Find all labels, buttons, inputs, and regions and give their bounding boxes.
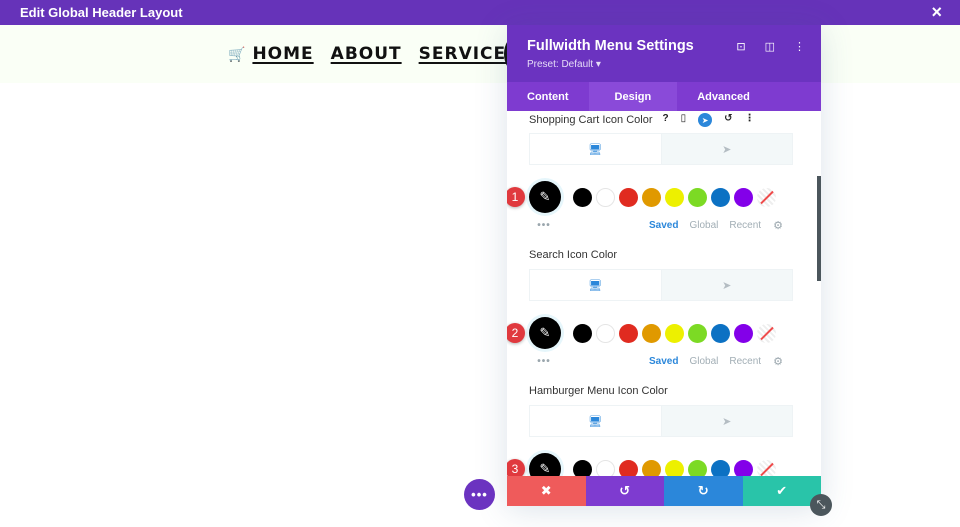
split-view-icon[interactable]: ◫ [765, 40, 775, 53]
cursor-icon: ➤ [722, 415, 732, 428]
color-swatch[interactable] [688, 323, 707, 343]
hover-tab[interactable]: ➤ [661, 134, 792, 164]
settings-panel: Fullwidth Menu Settings Preset: Default … [507, 25, 821, 506]
shopping-cart-color-label-row: Shopping Cart Icon Color ? ▯ ➤ ↺ ⋮ [529, 111, 821, 129]
panel-tabs: Content Design Advanced [507, 82, 821, 111]
palette-tab-recent[interactable]: Recent [729, 220, 761, 231]
color-swatch-row: 1 ✎ [507, 181, 821, 213]
more-swatches-icon[interactable]: ••• [529, 356, 559, 367]
swatch-transparent[interactable] [757, 323, 776, 343]
palette-row: ••• Saved Global Recent ⚙ [529, 217, 821, 233]
save-button[interactable]: ✔ [742, 476, 821, 506]
top-bar: Edit Global Header Layout × [0, 0, 960, 25]
panel-action-bar: ✖ ↺ ↻ ✔ [507, 476, 821, 506]
main-nav: 🛒 HOME ABOUT SERVICES ⌄ [228, 44, 531, 64]
hover-tab[interactable]: ➤ [661, 406, 792, 436]
device-tabs: 🖥 ➤ [529, 133, 793, 165]
color-swatch[interactable] [688, 187, 707, 207]
preset-dropdown[interactable]: Preset: Default ▾ [527, 59, 821, 70]
resize-icon[interactable]: ⤡ [810, 494, 832, 516]
palette-tab-saved[interactable]: Saved [649, 220, 678, 231]
tab-advanced[interactable]: Advanced [677, 82, 770, 111]
swatches [573, 187, 776, 207]
color-swatch[interactable] [619, 187, 638, 207]
reset-icon[interactable]: ↺ [724, 113, 732, 127]
nav-home[interactable]: HOME [252, 44, 313, 64]
section-label: Hamburger Menu Icon Color [529, 385, 668, 397]
focus-icon[interactable]: ⊡ [736, 40, 745, 53]
section-label: Search Icon Color [529, 249, 618, 261]
cursor-icon: ➤ [722, 143, 732, 156]
more-swatches-icon[interactable]: ••• [529, 220, 559, 231]
cancel-button[interactable]: ✖ [507, 476, 586, 506]
device-tabs: 🖥 ➤ [529, 405, 793, 437]
panel-content: Shopping Cart Icon Color ? ▯ ➤ ↺ ⋮ 🖥 ➤ 1… [507, 111, 821, 485]
color-swatch[interactable] [642, 187, 661, 207]
color-swatch[interactable] [596, 187, 615, 207]
tab-design[interactable]: Design [588, 82, 678, 111]
tab-content[interactable]: Content [507, 82, 589, 111]
hover-icon[interactable]: ➤ [698, 113, 713, 127]
color-swatch[interactable] [734, 187, 753, 207]
gear-icon[interactable]: ⚙ [773, 219, 783, 232]
eyedropper-icon: ✎ [539, 189, 551, 204]
color-swatch[interactable] [596, 323, 615, 343]
close-icon[interactable]: × [931, 3, 942, 21]
palette-row: ••• Saved Global Recent ⚙ [529, 353, 821, 369]
eyedropper-icon: ✎ [539, 461, 551, 476]
palette-tab-global[interactable]: Global [689, 220, 718, 231]
shopping-cart-icon[interactable]: 🛒 [228, 46, 245, 63]
builder-menu-button[interactable]: ••• [464, 479, 495, 510]
palette-tab-saved[interactable]: Saved [649, 356, 678, 367]
swatches [573, 323, 776, 343]
field-more-icon[interactable]: ⋮ [745, 113, 755, 127]
hover-tab[interactable]: ➤ [661, 270, 792, 300]
color-swatch[interactable] [573, 187, 592, 207]
step-badge: 2 [507, 323, 525, 343]
color-swatch[interactable] [711, 187, 730, 207]
step-badge: 1 [507, 187, 525, 207]
redo-button[interactable]: ↻ [664, 476, 743, 506]
color-swatch[interactable] [665, 187, 684, 207]
responsive-icon[interactable]: ▯ [681, 113, 687, 127]
color-picker-button[interactable]: ✎ [529, 317, 561, 349]
help-icon[interactable]: ? [663, 113, 669, 127]
eyedropper-icon: ✎ [539, 325, 551, 340]
color-swatch-row: 2 ✎ [507, 317, 821, 349]
desktop-icon: 🖥 [588, 415, 603, 428]
panel-header: Fullwidth Menu Settings Preset: Default … [507, 25, 821, 82]
desktop-tab[interactable]: 🖥 [530, 406, 662, 436]
gear-icon[interactable]: ⚙ [773, 355, 783, 368]
color-swatch[interactable] [573, 323, 592, 343]
layout-title: Edit Global Header Layout [20, 5, 183, 20]
undo-button[interactable]: ↺ [585, 476, 664, 506]
swatch-transparent[interactable] [757, 187, 776, 207]
nav-about[interactable]: ABOUT [331, 44, 402, 64]
palette-tab-recent[interactable]: Recent [729, 356, 761, 367]
color-picker-button[interactable]: ✎ [529, 181, 561, 213]
color-swatch[interactable] [734, 323, 753, 343]
section-label: Shopping Cart Icon Color [529, 114, 653, 126]
device-tabs: 🖥 ➤ [529, 269, 793, 301]
color-swatch[interactable] [665, 323, 684, 343]
desktop-icon: 🖥 [588, 279, 603, 292]
palette-tab-global[interactable]: Global [689, 356, 718, 367]
desktop-tab[interactable]: 🖥 [530, 270, 662, 300]
more-options-icon[interactable]: ⋮ [794, 40, 805, 53]
panel-scrollbar[interactable] [817, 176, 821, 281]
desktop-icon: 🖥 [588, 143, 603, 156]
color-swatch[interactable] [619, 323, 638, 343]
desktop-tab[interactable]: 🖥 [530, 134, 662, 164]
cursor-icon: ➤ [722, 279, 732, 292]
color-swatch[interactable] [711, 323, 730, 343]
color-swatch[interactable] [642, 323, 661, 343]
